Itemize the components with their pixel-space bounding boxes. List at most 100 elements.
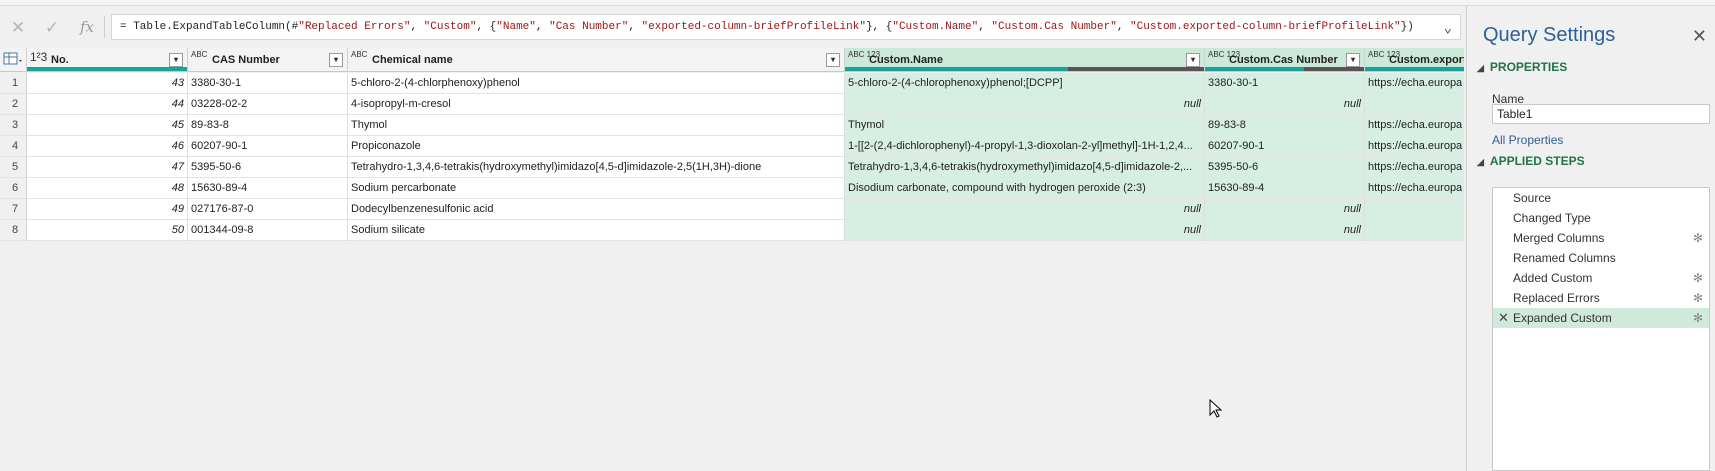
applied-steps-header[interactable]: ◢ APPLIED STEPS xyxy=(1477,154,1585,168)
table-cell[interactable]: https://echa.europa xyxy=(1365,73,1464,94)
table-cell[interactable]: 47 xyxy=(27,157,188,178)
column-header[interactable]: ABC Chemical name ▾ xyxy=(348,48,845,72)
table-cell[interactable]: null xyxy=(1205,94,1365,115)
table-cell[interactable]: null xyxy=(1205,220,1365,241)
filter-dropdown-icon[interactable]: ▾ xyxy=(826,53,840,67)
applied-step[interactable]: Changed Type xyxy=(1493,208,1709,228)
table-cell[interactable]: null xyxy=(845,199,1205,220)
table-cell[interactable]: 15630-89-4 xyxy=(188,178,348,199)
formula-text: , { xyxy=(476,21,497,33)
row-number[interactable]: 2 xyxy=(0,94,27,115)
table-menu-icon[interactable] xyxy=(0,48,27,72)
close-icon[interactable]: ✕ xyxy=(1692,26,1707,47)
table-cell[interactable]: https://echa.europa xyxy=(1365,136,1464,157)
table-cell[interactable]: 3380-30-1 xyxy=(188,73,348,94)
empty-quality-segment xyxy=(1303,67,1364,71)
table-cell[interactable]: Thymol xyxy=(348,115,845,136)
gear-icon[interactable]: ✻ xyxy=(1693,288,1703,308)
table-cell[interactable]: 027176-87-0 xyxy=(188,199,348,220)
formula-text: = Table.ExpandTableColumn(# xyxy=(120,21,299,33)
gear-icon[interactable]: ✻ xyxy=(1693,308,1703,328)
table-cell[interactable]: 5-chloro-2-(4-chlorophenoxy)phenol;[DCPP… xyxy=(845,73,1205,94)
table-cell[interactable]: 89-83-8 xyxy=(1205,115,1365,136)
all-properties-link[interactable]: All Properties xyxy=(1492,133,1563,147)
table-cell[interactable]: 03228-02-2 xyxy=(188,94,348,115)
table-cell[interactable] xyxy=(1365,199,1464,220)
table-cell[interactable]: Sodium percarbonate xyxy=(348,178,845,199)
delete-step-icon[interactable]: ✕ xyxy=(1498,308,1509,328)
table-cell[interactable]: Propiconazole xyxy=(348,136,845,157)
row-number[interactable]: 4 xyxy=(0,136,27,157)
table-cell[interactable]: 60207-90-1 xyxy=(1205,136,1365,157)
table-cell[interactable]: https://echa.europa xyxy=(1365,178,1464,199)
column-header[interactable]: 1²3 No. ▾ xyxy=(27,48,188,72)
properties-header[interactable]: ◢ PROPERTIES xyxy=(1477,60,1567,74)
table-cell[interactable]: null xyxy=(1205,199,1365,220)
table-cell[interactable]: 60207-90-1 xyxy=(188,136,348,157)
row-number[interactable]: 3 xyxy=(0,115,27,136)
table-cell[interactable]: null xyxy=(845,220,1205,241)
gear-icon[interactable]: ✻ xyxy=(1693,268,1703,288)
table-cell[interactable]: 48 xyxy=(27,178,188,199)
row-number[interactable]: 1 xyxy=(0,73,27,94)
column-header[interactable]: ABC 123 Custom.export xyxy=(1365,48,1464,72)
check-icon[interactable]: ✓ xyxy=(42,18,62,38)
table-cell[interactable]: 46 xyxy=(27,136,188,157)
table-cell[interactable]: Tetrahydro-1,3,4,6-tetrakis(hydroxymethy… xyxy=(845,157,1205,178)
formula-string: "Custom" xyxy=(423,21,477,33)
table-cell[interactable]: 5-chloro-2-(4-chlorphenoxy)phenol xyxy=(348,73,845,94)
query-settings-pane: Query Settings ✕ ◢ PROPERTIES Name Table1… xyxy=(1466,6,1715,471)
table-cell[interactable]: https://echa.europa xyxy=(1365,115,1464,136)
filter-dropdown-icon[interactable]: ▾ xyxy=(1186,53,1200,67)
column-name: Chemical name xyxy=(372,54,453,66)
filter-dropdown-icon[interactable]: ▾ xyxy=(169,53,183,67)
applied-step[interactable]: Merged Columns ✻ xyxy=(1493,228,1709,248)
table-cell[interactable]: Thymol xyxy=(845,115,1205,136)
table-cell[interactable]: 43 xyxy=(27,73,188,94)
filter-dropdown-icon[interactable]: ▾ xyxy=(329,53,343,67)
table-cell[interactable]: 3380-30-1 xyxy=(1205,73,1365,94)
row-number[interactable]: 6 xyxy=(0,178,27,199)
formula-text: }) xyxy=(1400,21,1414,33)
table-cell[interactable]: 1-[[2-(2,4-dichlorophenyl)-4-propyl-1,3-… xyxy=(845,136,1205,157)
applied-step[interactable]: Source xyxy=(1493,188,1709,208)
applied-step[interactable]: Renamed Columns xyxy=(1493,248,1709,268)
table-cell[interactable]: 5395-50-6 xyxy=(1205,157,1365,178)
row-number[interactable]: 5 xyxy=(0,157,27,178)
table-cell[interactable]: 15630-89-4 xyxy=(1205,178,1365,199)
row-number[interactable]: 8 xyxy=(0,220,27,241)
formula-text: , xyxy=(1116,21,1131,33)
collapse-triangle-icon: ◢ xyxy=(1477,157,1484,167)
table-cell[interactable]: 89-83-8 xyxy=(188,115,348,136)
table-cell[interactable]: Disodium carbonate, compound with hydrog… xyxy=(845,178,1205,199)
applied-step[interactable]: Replaced Errors ✻ xyxy=(1493,288,1709,308)
column-header[interactable]: ABC 123 Custom.Name ▾ xyxy=(845,48,1205,72)
table-cell[interactable] xyxy=(1365,220,1464,241)
table-cell[interactable]: 5395-50-6 xyxy=(188,157,348,178)
table-cell[interactable]: Tetrahydro-1,3,4,6-tetrakis(hydroxymethy… xyxy=(348,157,845,178)
column-header[interactable]: ABC 123 Custom.Cas Number ▾ xyxy=(1205,48,1365,72)
table-cell[interactable]: 45 xyxy=(27,115,188,136)
table-cell[interactable]: Sodium silicate xyxy=(348,220,845,241)
table-cell[interactable]: 001344-09-8 xyxy=(188,220,348,241)
table-cell[interactable]: null xyxy=(845,94,1205,115)
formula-text: }, { xyxy=(865,21,893,33)
applied-step[interactable]: Added Custom ✻ xyxy=(1493,268,1709,288)
table-cell[interactable]: https://echa.europa xyxy=(1365,157,1464,178)
formula-text: , xyxy=(628,21,642,33)
gear-icon[interactable]: ✻ xyxy=(1693,228,1703,248)
applied-step[interactable]: ✕ Expanded Custom ✻ xyxy=(1493,308,1709,328)
column-header[interactable]: ABC CAS Number ▾ xyxy=(188,48,348,72)
row-number[interactable]: 7 xyxy=(0,199,27,220)
table-cell[interactable]: 4-isopropyl-m-cresol xyxy=(348,94,845,115)
close-icon[interactable]: ✕ xyxy=(8,18,28,38)
table-cell[interactable]: Dodecylbenzenesulfonic acid xyxy=(348,199,845,220)
table-cell[interactable]: 44 xyxy=(27,94,188,115)
filter-dropdown-icon[interactable]: ▾ xyxy=(1346,53,1360,67)
chevron-down-icon[interactable]: ⌄ xyxy=(1444,17,1452,39)
table-cell[interactable]: 49 xyxy=(27,199,188,220)
query-name-input[interactable]: Table1 xyxy=(1492,104,1710,124)
table-cell[interactable] xyxy=(1365,94,1464,115)
table-cell[interactable]: 50 xyxy=(27,220,188,241)
formula-input[interactable]: = Table.ExpandTableColumn(#"Replaced Err… xyxy=(111,14,1461,40)
